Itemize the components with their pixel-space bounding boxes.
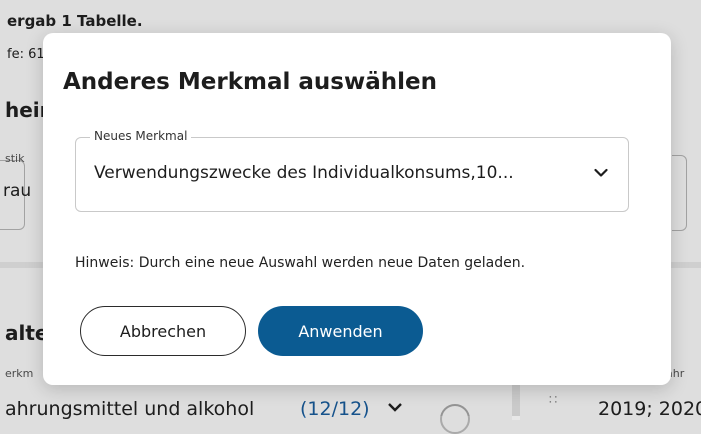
new-feature-select-label: Neues Merkmal (90, 129, 192, 143)
chevron-down-icon (594, 168, 608, 177)
cancel-button[interactable]: Abbrechen (80, 306, 246, 356)
new-feature-select[interactable]: Neues Merkmal Verwendungszwecke des Indi… (75, 129, 629, 212)
hint-text: Hinweis: Durch eine neue Auswahl werden … (75, 255, 526, 271)
dialog-title: Anderes Merkmal auswählen (63, 69, 437, 95)
new-feature-select-value: Verwendungszwecke des Individualkonsums,… (94, 163, 514, 183)
select-feature-dialog: Anderes Merkmal auswählen Neues Merkmal … (43, 33, 671, 385)
apply-button[interactable]: Anwenden (258, 306, 423, 356)
